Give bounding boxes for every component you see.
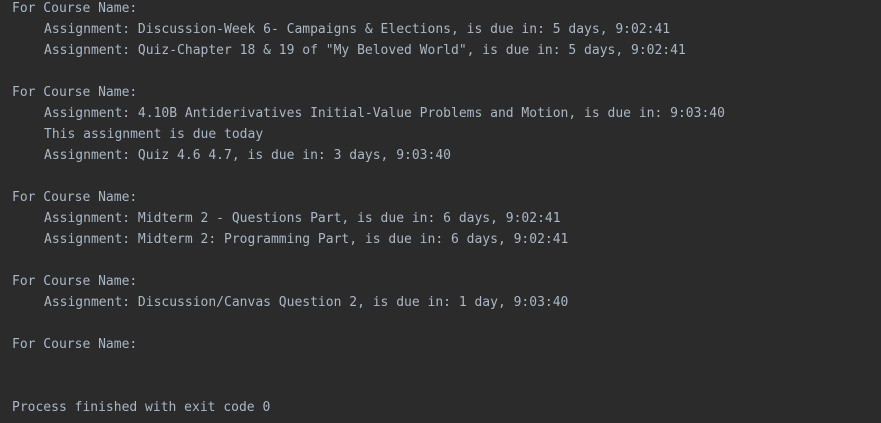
assignment-line: Assignment: 4.10B Antiderivatives Initia…: [44, 106, 725, 121]
assignment-line: Assignment: Discussion/Canvas Question 2…: [44, 295, 569, 310]
assignment-line: Assignment: Quiz-Chapter 18 & 19 of "My …: [44, 43, 686, 58]
course-header: For Course Name:: [12, 337, 138, 352]
process-exit-message: Process finished with exit code 0: [12, 400, 271, 415]
due-today-notice: This assignment is due today: [44, 127, 264, 142]
assignment-line: Assignment: Discussion-Week 6- Campaigns…: [44, 22, 671, 37]
course-header: For Course Name:: [12, 1, 138, 16]
course-header: For Course Name:: [12, 85, 138, 100]
assignment-line: Assignment: Quiz 4.6 4.7, is due in: 3 d…: [44, 148, 451, 163]
run-console-output[interactable]: For Course Name: Assignment: Discussion-…: [0, 0, 881, 423]
assignment-line: Assignment: Midterm 2: Programming Part,…: [44, 232, 569, 247]
course-header: For Course Name:: [12, 190, 138, 205]
course-header: For Course Name:: [12, 274, 138, 289]
assignment-line: Assignment: Midterm 2 - Questions Part, …: [44, 211, 561, 226]
